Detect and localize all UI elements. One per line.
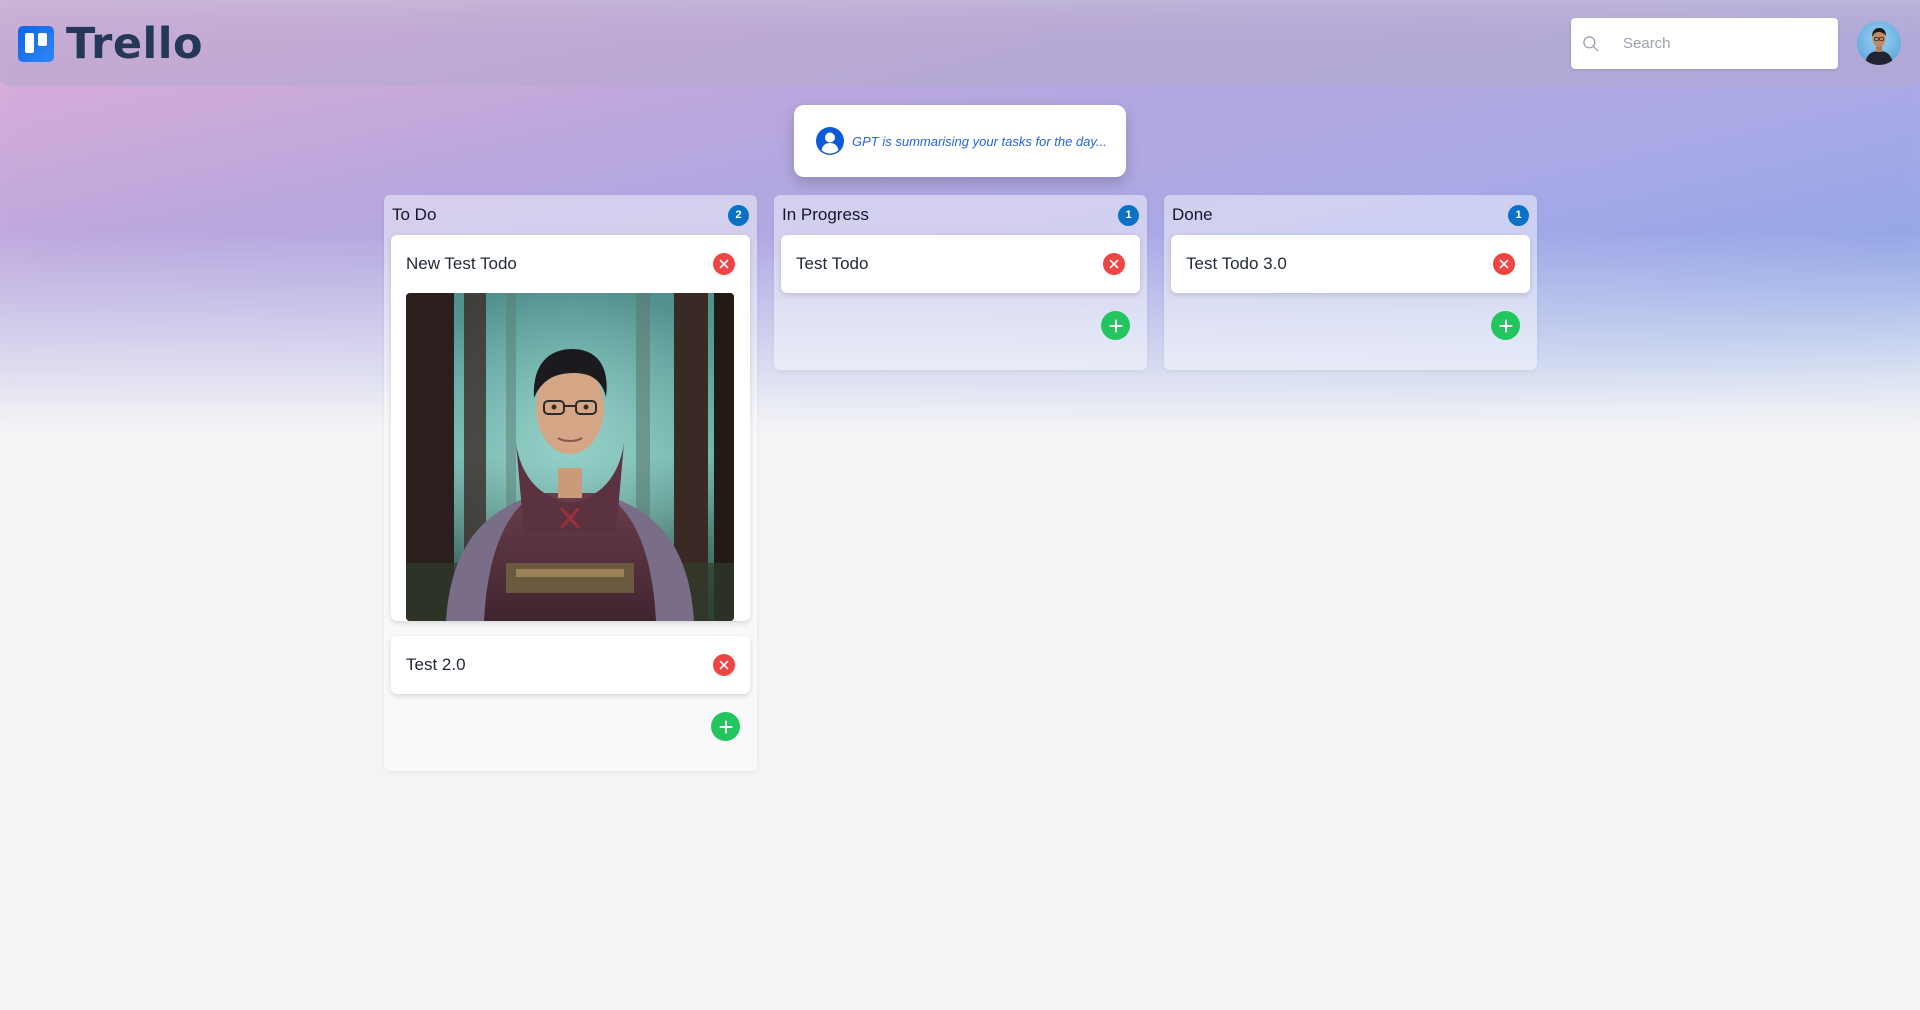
card-title: Test Todo 3.0 — [1186, 254, 1287, 273]
todo-card[interactable]: Test Todo — [781, 235, 1140, 293]
add-todo-button[interactable] — [1101, 311, 1130, 340]
task-count-badge: 1 — [1118, 204, 1139, 226]
column-title: To Do — [392, 205, 437, 224]
summary-text: GPT is summarising your tasks for the da… — [852, 133, 1107, 149]
close-icon — [719, 259, 729, 269]
card-title: New Test Todo — [406, 254, 517, 273]
trello-logo-icon — [18, 26, 54, 62]
remove-card-button[interactable] — [713, 253, 735, 275]
plus-icon — [1109, 319, 1122, 332]
todo-card[interactable]: Test 2.0 — [391, 636, 750, 694]
trello-logo[interactable]: Trello — [18, 22, 203, 66]
user-avatar[interactable] — [1857, 21, 1901, 65]
plus-icon — [719, 720, 732, 733]
add-todo-button[interactable] — [711, 712, 740, 741]
close-icon — [1109, 259, 1119, 269]
column-title: Done — [1172, 205, 1213, 224]
card-title: Test Todo — [796, 254, 869, 273]
close-icon — [1499, 259, 1509, 269]
column-title: In Progress — [782, 205, 869, 224]
search-icon — [1583, 35, 1599, 51]
add-todo-button[interactable] — [1491, 311, 1520, 340]
card-title: Test 2.0 — [406, 655, 466, 674]
top-bar: Trello — [0, 0, 1920, 86]
close-icon — [719, 660, 729, 670]
character-portrait-image — [406, 293, 734, 621]
remove-card-button[interactable] — [1493, 253, 1515, 275]
task-count-badge: 1 — [1508, 204, 1529, 226]
search-box[interactable] — [1571, 18, 1838, 69]
remove-card-button[interactable] — [713, 654, 735, 676]
column-in-progress: In Progress 1 Test Todo — [774, 195, 1147, 370]
remove-card-button[interactable] — [1103, 253, 1125, 275]
todo-card[interactable]: New Test Todo — [391, 235, 750, 621]
column-done: Done 1 Test Todo 3.0 — [1164, 195, 1537, 370]
gpt-summary-panel: GPT is summarising your tasks for the da… — [794, 105, 1126, 177]
plus-icon — [1499, 319, 1512, 332]
column-to-do: To Do 2 New Test Todo Test 2.0 — [384, 195, 757, 771]
todo-card[interactable]: Test Todo 3.0 — [1171, 235, 1530, 293]
search-input[interactable] — [1621, 34, 1825, 53]
user-circle-icon — [816, 127, 844, 155]
logo-text: Trello — [66, 19, 203, 69]
card-image — [406, 293, 734, 621]
avatar-portrait-icon — [1865, 28, 1893, 65]
task-count-badge: 2 — [728, 204, 749, 226]
